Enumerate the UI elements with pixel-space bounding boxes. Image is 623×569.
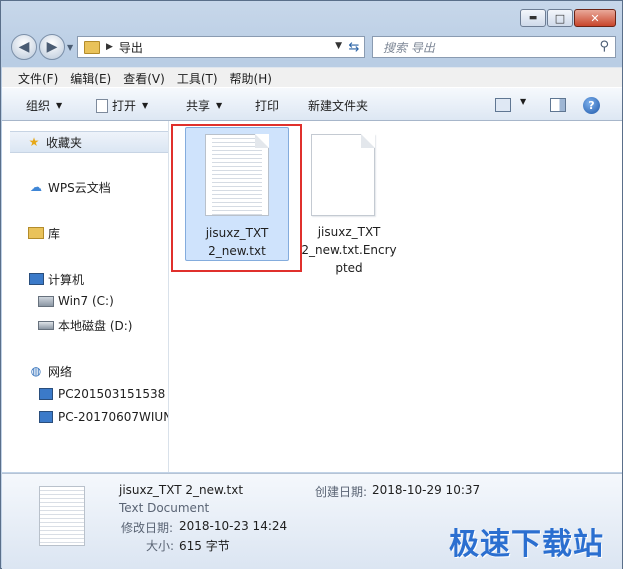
watermark: 极速下载站: [449, 527, 604, 562]
sidebar-item-label: 本地磁盘 (D:): [58, 318, 133, 333]
details-size-label: 大小:: [146, 539, 175, 553]
sidebar-item-label: 库: [48, 226, 61, 241]
chevron-down-icon: ▼: [56, 101, 63, 110]
file-name-line: jisuxz_TXT: [317, 225, 381, 239]
sidebar-item-label: 网络: [48, 364, 73, 379]
command-bar: 组织 ▼ 打开 ▼ 共享 ▼ 打印 新建文件夹 ▼ ?: [2, 87, 622, 121]
star-icon: ★: [28, 135, 40, 149]
address-path[interactable]: 导出: [119, 39, 143, 56]
navigation-pane: ★ 收藏夹 ☁ WPS云文档 库 计算机 Win7 (C:) 本地磁盘 (D:)…: [2, 121, 169, 472]
hard-drive-icon: [38, 318, 54, 332]
cloud-icon: ☁: [30, 180, 42, 194]
explorer-window: ▬ □ ✕ ◀ ▶ ▼ ▶ 导出 ▼ ⇆ 搜索 导出 ⚲ 文件(F) 编辑(E)…: [0, 0, 623, 569]
close-button[interactable]: ✕: [574, 9, 616, 27]
document-icon: [96, 98, 108, 113]
recent-pages-icon[interactable]: ▼: [67, 43, 73, 52]
details-type: Text Document: [119, 501, 210, 515]
close-icon: ✕: [590, 11, 600, 25]
text-file-icon: [39, 486, 85, 546]
organize-label: 组织: [26, 99, 51, 113]
help-button[interactable]: ?: [583, 97, 600, 114]
open-button[interactable]: 打开 ▼: [96, 97, 148, 114]
forward-arrow-icon: ▶: [46, 39, 58, 55]
sidebar-item-label: WPS云文档: [48, 180, 111, 195]
main-area: ★ 收藏夹 ☁ WPS云文档 库 计算机 Win7 (C:) 本地磁盘 (D:)…: [2, 121, 622, 472]
change-view-icon[interactable]: [495, 98, 511, 112]
open-label: 打开: [112, 99, 137, 113]
system-drive-icon: [38, 294, 54, 308]
details-modified-value: 2018-10-23 14:24: [179, 519, 288, 533]
maximize-button[interactable]: □: [547, 9, 573, 27]
file-name-line: 2_new.txt.Encry: [301, 243, 397, 257]
file-name: jisuxz_TXT 2_new.txt.Encry pted: [289, 223, 409, 277]
menu-file[interactable]: 文件(F): [18, 70, 58, 87]
sidebar-item-network[interactable]: ◍ 网络: [28, 361, 72, 381]
highlight-box: [171, 124, 302, 272]
network-icon: ◍: [30, 364, 42, 378]
sidebar-item-computer[interactable]: 计算机: [28, 269, 84, 289]
help-icon: ?: [588, 99, 595, 112]
new-folder-label: 新建文件夹: [308, 99, 369, 113]
minimize-icon: ▬: [528, 13, 538, 23]
sidebar-item-library[interactable]: 库: [28, 223, 60, 243]
sidebar-item-wps[interactable]: ☁ WPS云文档: [28, 177, 111, 197]
share-button[interactable]: 共享 ▼: [186, 97, 222, 114]
minimize-button[interactable]: ▬: [520, 9, 546, 27]
address-dropdown-icon[interactable]: ▼: [335, 41, 342, 51]
back-arrow-icon: ◀: [18, 39, 30, 55]
computer-icon: [28, 272, 44, 286]
refresh-icon: ⇆: [348, 39, 360, 55]
menu-view[interactable]: 查看(V): [123, 70, 165, 87]
print-label: 打印: [255, 99, 280, 113]
view-dropdown-button[interactable]: ▼: [514, 97, 526, 106]
share-label: 共享: [186, 99, 211, 113]
preview-pane-icon[interactable]: [550, 98, 566, 112]
chevron-down-icon: ▼: [520, 97, 527, 106]
library-icon: [28, 226, 44, 240]
sidebar-item-label: PC201503151538: [58, 387, 166, 401]
folder-icon: [84, 40, 100, 54]
sidebar-item-label: PC-20170607WIUN: [58, 410, 169, 424]
sidebar-item-pc2[interactable]: PC-20170607WIUN: [38, 407, 169, 427]
menu-help[interactable]: 帮助(H): [230, 70, 272, 87]
search-icon[interactable]: ⚲: [599, 39, 609, 54]
network-computer-icon: [38, 387, 54, 401]
print-button[interactable]: 打印: [255, 97, 279, 114]
address-bar[interactable]: ▶ 导出 ▼: [77, 36, 365, 58]
menu-bar: 文件(F) 编辑(E) 查看(V) 工具(T) 帮助(H): [2, 67, 622, 88]
maximize-icon: □: [554, 11, 566, 25]
menu-edit[interactable]: 编辑(E): [70, 70, 111, 87]
sidebar-item-label: 收藏夹: [46, 135, 83, 150]
details-created-label: 创建日期:: [315, 485, 368, 499]
sidebar-item-favorites[interactable]: ★ 收藏夹: [10, 131, 168, 153]
title-buttons: ▬ □ ✕: [519, 9, 616, 27]
network-computer-icon: [38, 410, 54, 424]
details-filename: jisuxz_TXT 2_new.txt: [119, 483, 244, 497]
file-item[interactable]: jisuxz_TXT 2_new.txt.Encry pted: [297, 127, 401, 277]
sidebar-item-pc1[interactable]: PC201503151538: [38, 384, 165, 404]
organize-button[interactable]: 组织 ▼: [26, 97, 62, 114]
search-input[interactable]: 搜索 导出: [383, 39, 435, 56]
details-created-value: 2018-10-29 10:37: [372, 483, 481, 497]
sidebar-item-label: 计算机: [48, 272, 85, 287]
details-size-value: 615 字节: [179, 539, 230, 553]
sidebar-item-drive-d[interactable]: 本地磁盘 (D:): [38, 315, 132, 335]
new-folder-button[interactable]: 新建文件夹: [308, 97, 368, 114]
chevron-down-icon: ▼: [142, 101, 149, 110]
menu-tools[interactable]: 工具(T): [177, 70, 218, 87]
sidebar-item-drive-c[interactable]: Win7 (C:): [38, 291, 114, 311]
back-button[interactable]: ◀: [11, 34, 37, 60]
search-box[interactable]: 搜索 导出 ⚲: [372, 36, 616, 58]
sidebar-item-label: Win7 (C:): [58, 294, 114, 308]
refresh-button[interactable]: ⇆: [343, 36, 365, 58]
chevron-down-icon: ▼: [216, 101, 223, 110]
details-modified-label: 修改日期:: [121, 521, 174, 535]
forward-button[interactable]: ▶: [39, 34, 65, 60]
blank-file-icon: [311, 134, 375, 216]
file-name-line: pted: [335, 261, 363, 275]
breadcrumb-separator-icon: ▶: [106, 42, 113, 52]
